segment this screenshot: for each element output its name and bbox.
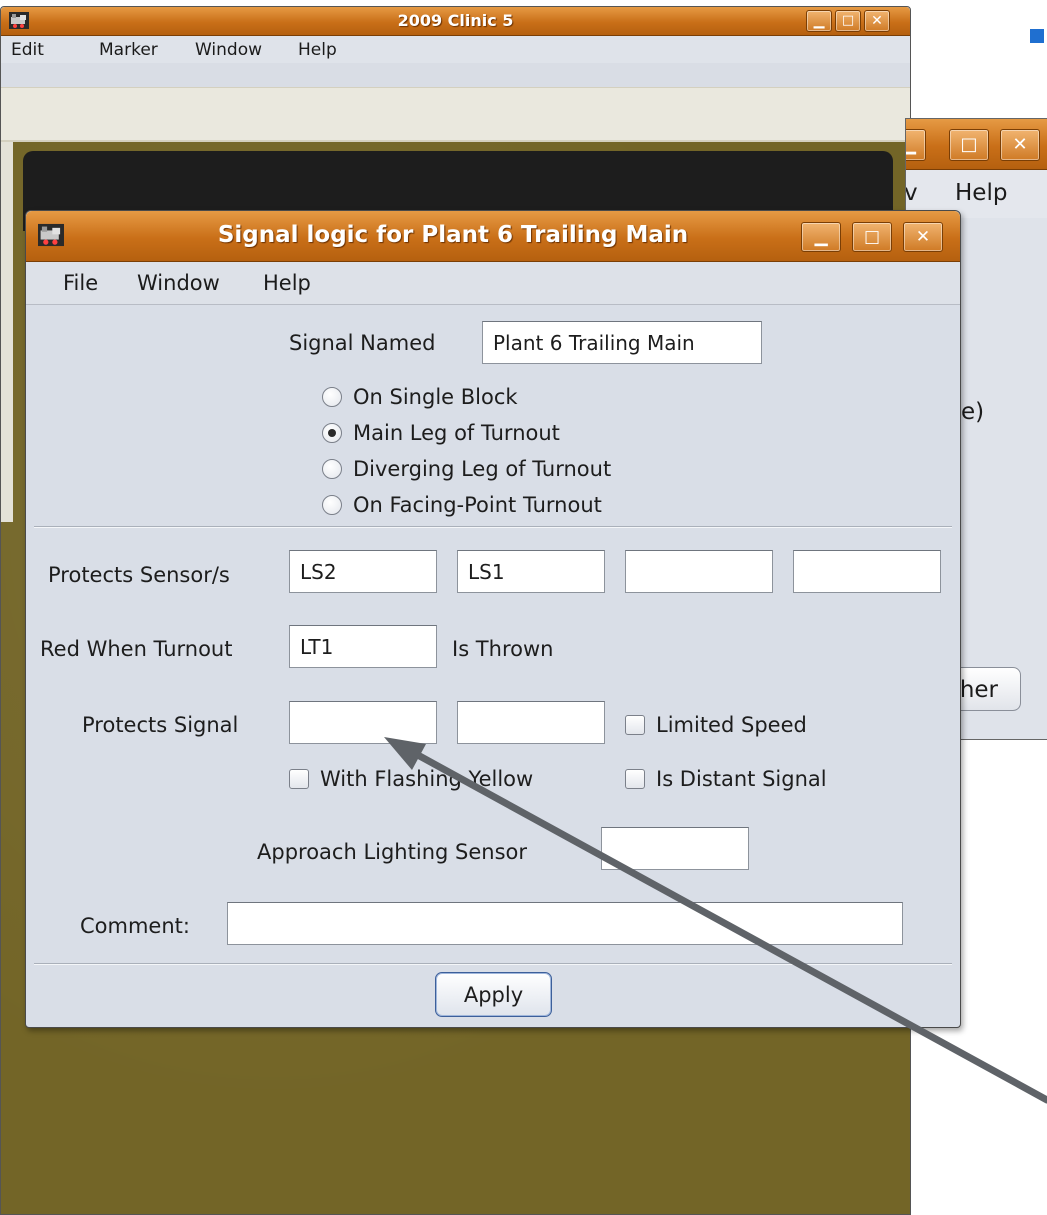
maximize-icon: □: [841, 13, 855, 28]
menu-file[interactable]: File: [63, 271, 98, 295]
checkbox-label: With Flashing Yellow: [320, 767, 534, 791]
menu-help[interactable]: Help: [263, 271, 311, 295]
red-when-turnout-label: Red When Turnout: [40, 637, 233, 661]
minimize-icon: ▁: [813, 13, 825, 29]
is-thrown-label: Is Thrown: [452, 637, 554, 661]
partial-label: e): [961, 399, 985, 425]
checkbox-label: Is Distant Signal: [656, 767, 827, 791]
radio-button[interactable]: [322, 387, 342, 407]
checkbox[interactable]: [625, 715, 645, 735]
minimize-button[interactable]: ▁: [801, 222, 841, 252]
slide-bullet: [1030, 29, 1044, 43]
checkbox[interactable]: [289, 769, 309, 789]
close-button[interactable]: ✕: [864, 10, 890, 32]
window-title: Signal logic for Plant 6 Trailing Main: [217, 222, 689, 248]
limited-speed-checkbox[interactable]: Limited Speed: [625, 713, 807, 737]
protects-sensors-label: Protects Sensor/s: [48, 563, 230, 587]
turnout-field[interactable]: [289, 625, 437, 668]
separator: [34, 963, 952, 965]
checkbox-label: Limited Speed: [656, 713, 807, 737]
close-icon: ✕: [1012, 134, 1028, 155]
radio-label: On Single Block: [353, 385, 518, 409]
title-bar[interactable]: 2009 Clinic 5 ▁ □ ✕: [1, 7, 910, 36]
panel-edge: [1, 142, 13, 522]
menu-help[interactable]: Help: [955, 180, 1007, 206]
maximize-button[interactable]: □: [852, 222, 892, 252]
window-title: 2009 Clinic 5: [397, 11, 514, 30]
protects-signal-field-1[interactable]: [289, 701, 437, 744]
radio-button-selected[interactable]: [322, 423, 342, 443]
comment-label: Comment:: [80, 914, 190, 938]
checkbox[interactable]: [625, 769, 645, 789]
sensor-field-2[interactable]: [457, 550, 605, 593]
menu-edit[interactable]: Edit: [11, 40, 44, 60]
menu-window-partial[interactable]: v: [906, 180, 918, 206]
menu-bar: Edit Marker Window Help: [1, 36, 910, 63]
sensor-field-4[interactable]: [793, 550, 941, 593]
radio-facing-point[interactable]: On Facing-Point Turnout: [322, 493, 602, 517]
separator: [34, 526, 952, 528]
minimize-button[interactable]: ▁: [906, 129, 926, 161]
sensor-field-3[interactable]: [625, 550, 773, 593]
maximize-button[interactable]: □: [949, 129, 989, 161]
apply-button[interactable]: Apply: [435, 972, 552, 1017]
close-button[interactable]: ✕: [1000, 129, 1040, 161]
radio-diverging-leg[interactable]: Diverging Leg of Turnout: [322, 457, 611, 481]
radio-label: Diverging Leg of Turnout: [353, 457, 612, 481]
radio-button[interactable]: [322, 495, 342, 515]
minimize-button[interactable]: ▁: [806, 10, 832, 32]
radio-main-leg[interactable]: Main Leg of Turnout: [322, 421, 560, 445]
comment-field[interactable]: [227, 902, 903, 945]
maximize-icon: □: [863, 227, 881, 247]
menu-window[interactable]: Window: [137, 271, 220, 295]
close-button[interactable]: ✕: [903, 222, 943, 252]
menu-bar: File Window Help: [26, 262, 960, 305]
dialog-body: Signal Named On Single Block Main Leg of…: [26, 305, 960, 1027]
flashing-yellow-checkbox[interactable]: With Flashing Yellow: [289, 767, 533, 791]
radio-label: Main Leg of Turnout: [353, 421, 560, 445]
protects-signal-field-2[interactable]: [457, 701, 605, 744]
maximize-button[interactable]: □: [835, 10, 861, 32]
signal-logic-dialog: Signal logic for Plant 6 Trailing Main ▁…: [25, 210, 961, 1028]
radio-label: On Facing-Point Turnout: [353, 493, 602, 517]
close-icon: ✕: [871, 13, 883, 29]
minimize-icon: ▁: [814, 227, 828, 247]
radio-button[interactable]: [322, 459, 342, 479]
menu-help[interactable]: Help: [298, 40, 337, 60]
approach-lighting-field[interactable]: [601, 827, 749, 870]
sensor-field-1[interactable]: [289, 550, 437, 593]
menu-window[interactable]: Window: [195, 40, 262, 60]
radio-single-block[interactable]: On Single Block: [322, 385, 518, 409]
menu-marker[interactable]: Marker: [99, 40, 158, 60]
title-bar[interactable]: ▁ □ ✕: [906, 119, 1047, 170]
minimize-icon: ▁: [906, 130, 916, 160]
close-icon: ✕: [915, 227, 931, 247]
title-bar[interactable]: Signal logic for Plant 6 Trailing Main ▁…: [26, 211, 960, 262]
signal-named-field[interactable]: [482, 321, 762, 364]
protects-signal-label: Protects Signal: [82, 713, 239, 737]
approach-lighting-label: Approach Lighting Sensor: [257, 840, 527, 864]
maximize-icon: □: [960, 134, 978, 155]
signal-named-label: Signal Named: [289, 331, 436, 355]
distant-signal-checkbox[interactable]: Is Distant Signal: [625, 767, 827, 791]
panel-strip: [1, 87, 910, 142]
